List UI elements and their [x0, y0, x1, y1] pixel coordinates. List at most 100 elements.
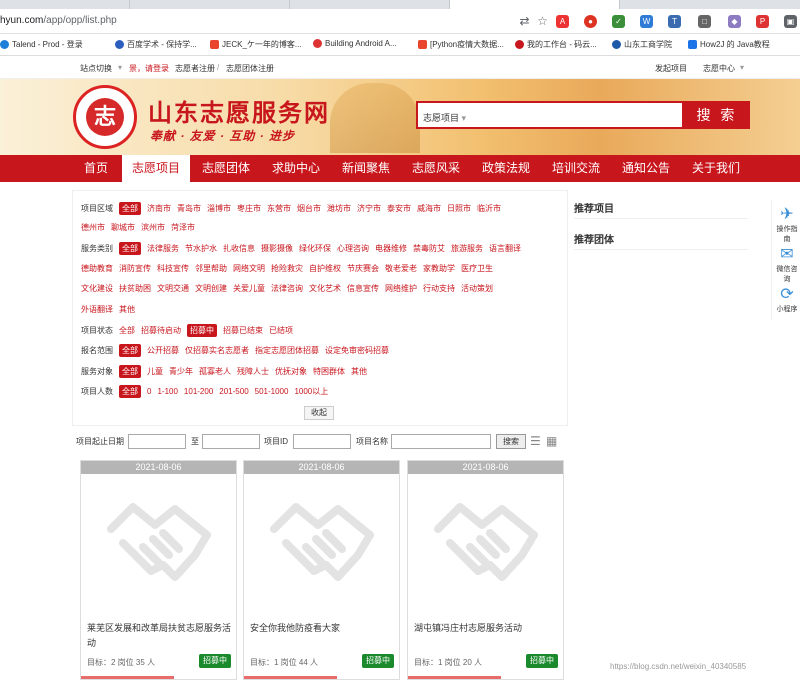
filter-option[interactable]: 威海市 — [417, 203, 441, 214]
filter-option[interactable]: 其他 — [119, 304, 135, 315]
filter-option[interactable]: 泰安市 — [387, 203, 411, 214]
filter-option[interactable]: 东营市 — [267, 203, 291, 214]
filter-option[interactable]: 指定志愿团体招募 — [255, 345, 319, 356]
start-date-input[interactable] — [128, 434, 186, 449]
filter-option[interactable]: 招募已结束 — [223, 325, 263, 336]
shield-icon[interactable]: ✓ — [612, 15, 625, 28]
filter-option[interactable]: 菏泽市 — [171, 222, 195, 233]
collapse-button[interactable]: 收起 — [304, 406, 334, 420]
filter-option[interactable]: 济宁市 — [357, 203, 381, 214]
filter-option[interactable]: 滨州市 — [141, 222, 165, 233]
filter-option[interactable]: 活动策划 — [461, 283, 493, 294]
adblock-icon[interactable]: A — [556, 15, 569, 28]
filter-option-selected[interactable]: 全部 — [119, 385, 141, 398]
filter-option[interactable]: 优抚对象 — [275, 366, 307, 377]
nav-item-notice[interactable]: 通知公告 — [612, 155, 680, 182]
filter-option-selected[interactable]: 全部 — [119, 202, 141, 215]
filter-option[interactable]: 公开招募 — [147, 345, 179, 356]
filter-option[interactable]: 医疗卫生 — [461, 263, 493, 274]
extension-icon[interactable]: T — [668, 15, 681, 28]
filter-option[interactable]: 语言翻译 — [489, 243, 521, 254]
filter-option[interactable]: 扎收信息 — [223, 243, 255, 254]
filter-option[interactable]: 绿化环保 — [299, 243, 331, 254]
filter-option[interactable]: 潍坊市 — [327, 203, 351, 214]
extension-icon[interactable]: □ — [698, 15, 711, 28]
card-title[interactable]: 莱芜区发展和改革局扶贫志愿服务活动 — [87, 621, 232, 651]
extension-icon[interactable]: W — [640, 15, 653, 28]
filter-option[interactable]: 自护维权 — [309, 263, 341, 274]
filter-option[interactable]: 行动支持 — [423, 283, 455, 294]
browser-tab[interactable] — [130, 0, 290, 9]
filter-option[interactable]: 0 — [147, 387, 151, 396]
end-date-input[interactable] — [202, 434, 260, 449]
filter-option[interactable]: 抢险救灾 — [271, 263, 303, 274]
browser-tab[interactable] — [0, 0, 130, 9]
filter-option-selected[interactable]: 全部 — [119, 365, 141, 378]
filter-option[interactable]: 孤寡老人 — [199, 366, 231, 377]
filter-option[interactable]: 电器维修 — [375, 243, 407, 254]
card-title[interactable]: 湖屯镇冯庄村志愿服务活动 — [414, 621, 559, 636]
filter-option[interactable]: 邻里帮助 — [195, 263, 227, 274]
extension-icon[interactable]: ◆ — [728, 15, 741, 28]
filter-option[interactable]: 扶贫助困 — [119, 283, 151, 294]
project-name-input[interactable] — [391, 434, 491, 449]
project-card[interactable]: 2021-08-06 安全你我他防疫看大家 目标：1 岗位 44 人 招募中 — [243, 460, 400, 680]
bookmark-item[interactable]: [Python疫情大数据... — [418, 39, 504, 50]
browser-tab-active[interactable] — [450, 0, 620, 9]
project-card[interactable]: 2021-08-06 莱芜区发展和改革局扶贫志愿服务活动 目标：2 岗位 35 … — [80, 460, 237, 680]
site-switch-link[interactable]: 站点切换 — [80, 63, 112, 74]
filter-option[interactable]: 文化艺术 — [309, 283, 341, 294]
filter-option[interactable]: 淄博市 — [207, 203, 231, 214]
bookmark-item[interactable]: Building Android A... — [313, 39, 397, 48]
bookmark-item[interactable]: 我的工作台 - 码云... — [515, 39, 597, 50]
nav-item-style[interactable]: 志愿风采 — [402, 155, 470, 182]
nav-item-teams[interactable]: 志愿团体 — [192, 155, 260, 182]
volunteer-center-link[interactable]: 志愿中心 — [703, 63, 735, 74]
filter-option[interactable]: 节庆赛会 — [347, 263, 379, 274]
pdf-icon[interactable]: P — [756, 15, 769, 28]
translate-icon[interactable]: ⇄ — [518, 15, 531, 28]
filter-option[interactable]: 聊城市 — [111, 222, 135, 233]
filter-option[interactable]: 青少年 — [169, 366, 193, 377]
card-title[interactable]: 安全你我他防疫看大家 — [250, 621, 395, 636]
filter-option[interactable]: 文明创建 — [195, 283, 227, 294]
filter-option[interactable]: 禁毒防艾 — [413, 243, 445, 254]
filter-option[interactable]: 201-500 — [219, 387, 248, 396]
filter-option[interactable]: 101-200 — [184, 387, 213, 396]
filter-option[interactable]: 信息宣传 — [347, 283, 379, 294]
filter-option[interactable]: 外语翻译 — [81, 304, 113, 315]
filter-option[interactable]: 敬老爱老 — [385, 263, 417, 274]
volunteer-register-link[interactable]: 志愿者注册 — [175, 63, 215, 74]
project-card[interactable]: 2021-08-06 湖屯镇冯庄村志愿服务活动 目标：1 岗位 20 人 招募中 — [407, 460, 564, 680]
nav-item-policy[interactable]: 政策法规 — [472, 155, 540, 182]
bookmark-item[interactable]: How2J 的 Java教程 — [688, 39, 770, 50]
filter-option[interactable]: 网络维护 — [385, 283, 417, 294]
browser-tab[interactable] — [290, 0, 450, 9]
filter-option[interactable]: 法律服务 — [147, 243, 179, 254]
site-search-button[interactable]: 搜 索 — [684, 101, 750, 129]
extension-icon[interactable]: ▣ — [784, 15, 797, 28]
address-bar[interactable]: hyun.com/app/opp/list.php ⇄ ☆ A ● ✓ W T … — [0, 9, 800, 34]
filter-option[interactable]: 其他 — [351, 366, 367, 377]
site-search-box[interactable]: 志愿项目 ▾ — [416, 101, 684, 129]
filter-option[interactable]: 青岛市 — [177, 203, 201, 214]
filter-option[interactable]: 已结项 — [269, 325, 293, 336]
filter-option[interactable]: 法律咨询 — [271, 283, 303, 294]
filter-option[interactable]: 残障人士 — [237, 366, 269, 377]
bookmark-item[interactable]: JECK_ケ一年的博客... — [210, 39, 302, 50]
nav-item-training[interactable]: 培训交流 — [542, 155, 610, 182]
filter-option[interactable]: 全部 — [119, 325, 135, 336]
project-id-input[interactable] — [293, 434, 351, 449]
publish-project-link[interactable]: 发起项目 — [655, 63, 687, 74]
bookmark-item[interactable]: 百度学术 - 保持学... — [115, 39, 197, 50]
list-view-icon[interactable]: ☰ — [530, 434, 541, 448]
filter-option[interactable]: 烟台市 — [297, 203, 321, 214]
filter-option[interactable]: 网络文明 — [233, 263, 265, 274]
filter-option[interactable]: 德州市 — [81, 222, 105, 233]
search-category-select[interactable]: 志愿项目 ▾ — [423, 111, 466, 124]
filter-option[interactable]: 济南市 — [147, 203, 171, 214]
filter-option[interactable]: 仅招募实名志愿者 — [185, 345, 249, 356]
nav-item-help[interactable]: 求助中心 — [262, 155, 330, 182]
filter-option[interactable]: 家教助学 — [423, 263, 455, 274]
filter-option[interactable]: 文明交通 — [157, 283, 189, 294]
